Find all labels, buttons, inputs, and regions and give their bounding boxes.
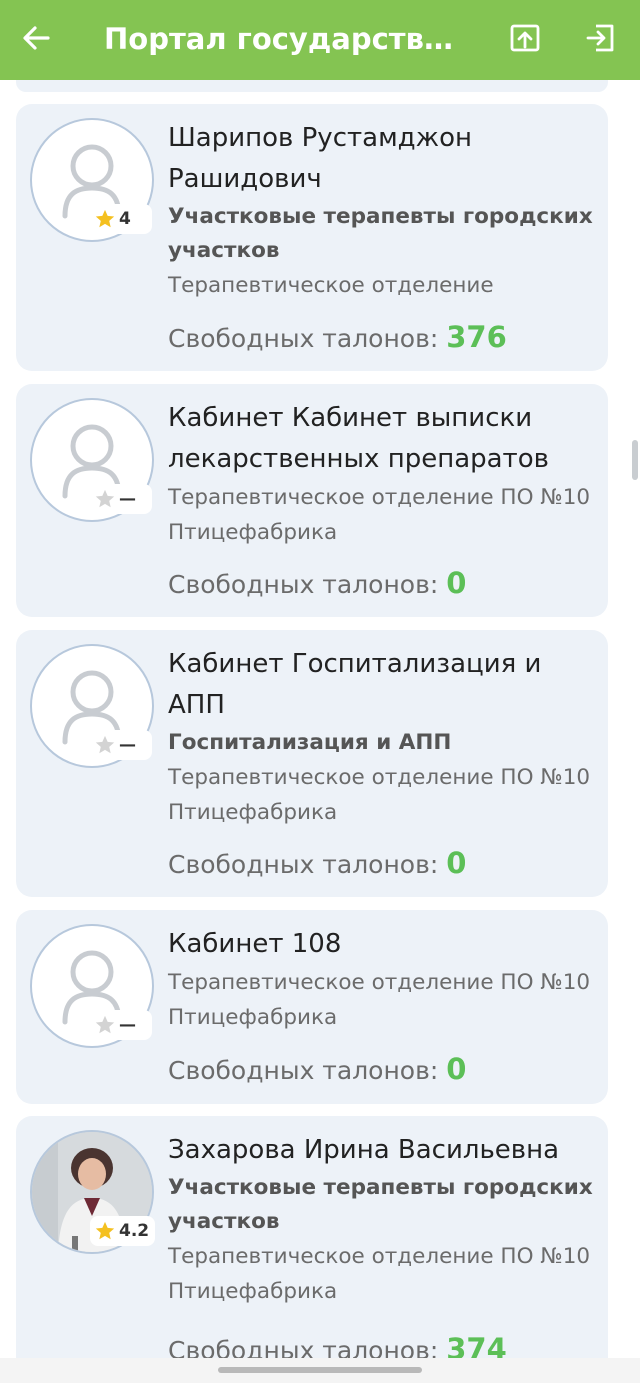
doctor-department: Терапевтическое отделение — [168, 273, 494, 298]
free-tickets-label: Свободных талонов: — [168, 1056, 447, 1085]
rating-badge: 4.2 — [90, 1216, 156, 1246]
free-tickets-count: 0 — [446, 566, 467, 600]
doctor-card[interactable]: — Кабинет 108 Терапевтическое отделение … — [16, 910, 608, 1104]
doctor-name: Кабинет Госпитализация и АПП — [168, 649, 542, 720]
rating-value: 4.2 — [119, 1221, 150, 1241]
free-tickets: Свободных талонов: 0 — [168, 566, 466, 600]
back-button[interactable] — [16, 20, 56, 56]
star-icon — [95, 1015, 115, 1034]
scrollbar[interactable] — [632, 440, 638, 480]
rating-value: 4 — [119, 209, 131, 229]
doctor-name: Захарова Ирина Васильевна — [168, 1135, 560, 1165]
star-icon — [95, 1221, 115, 1240]
free-tickets-count: 0 — [446, 1052, 467, 1086]
free-tickets-count: 376 — [446, 320, 507, 354]
doctor-card[interactable]: — Кабинет Госпитализация и АПП Госпитали… — [16, 630, 608, 897]
free-tickets: Свободных талонов: 0 — [168, 846, 466, 880]
app-bar: Портал государственн… — [0, 0, 640, 80]
share-button[interactable] — [504, 18, 546, 58]
free-tickets-label: Свободных талонов: — [168, 850, 447, 879]
arrow-left-icon — [23, 26, 50, 50]
doctor-card[interactable]: — Кабинет Кабинет выписки лекарственных … — [16, 384, 608, 617]
rating-badge: — — [90, 730, 152, 760]
rating-value: — — [119, 735, 136, 755]
rating-badge: 4 — [90, 204, 152, 234]
logout-icon — [586, 24, 614, 52]
doctor-specialty: Участковые терапевты городских участков — [168, 1175, 593, 1234]
rating-badge: — — [90, 1010, 152, 1040]
free-tickets-count: 0 — [446, 846, 467, 880]
star-icon — [95, 489, 115, 508]
home-indicator[interactable] — [218, 1367, 422, 1373]
doctor-specialty: Госпитализация и АПП — [168, 730, 452, 755]
star-icon — [95, 209, 115, 228]
doctor-card[interactable]: 4.2 Захарова Ирина Васильевна Участковые… — [16, 1116, 608, 1363]
doctor-department: Терапевтическое отделение ПО №10 Птицефа… — [168, 485, 591, 545]
doctor-list[interactable]: 4 Шарипов Рустамджон Рашидович Участковы… — [0, 80, 640, 1363]
rating-value: — — [119, 489, 136, 509]
doctor-specialty: Участковые терапевты городских участков — [168, 204, 593, 263]
free-tickets-label: Свободных талонов: — [168, 570, 447, 599]
doctor-department: Терапевтическое отделение ПО №10 Птицефа… — [168, 1244, 591, 1304]
previous-card-edge — [16, 80, 608, 92]
doctor-card[interactable]: 4 Шарипов Рустамджон Рашидович Участковы… — [16, 104, 608, 371]
doctor-name: Шарипов Рустамджон Рашидович — [168, 123, 472, 194]
doctor-department: Терапевтическое отделение ПО №10 Птицефа… — [168, 765, 591, 825]
doctor-name: Кабинет Кабинет выписки лекарственных пр… — [168, 403, 549, 474]
star-icon — [95, 735, 115, 754]
free-tickets-label: Свободных талонов: — [168, 324, 447, 353]
logout-button[interactable] — [580, 18, 622, 58]
rating-badge: — — [90, 484, 152, 514]
rating-value: — — [119, 1015, 136, 1035]
doctor-department: Терапевтическое отделение ПО №10 Птицефа… — [168, 970, 591, 1030]
free-tickets: Свободных талонов: 0 — [168, 1052, 466, 1086]
free-tickets: Свободных талонов: 376 — [168, 320, 507, 354]
share-upload-icon — [510, 24, 540, 52]
page-title: Портал государственн… — [104, 22, 472, 56]
doctor-name: Кабинет 108 — [168, 929, 342, 959]
